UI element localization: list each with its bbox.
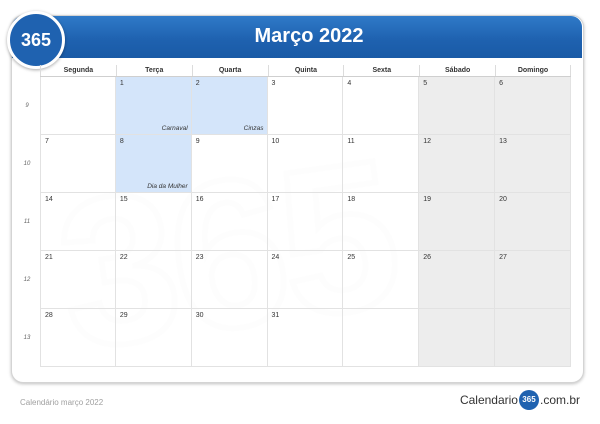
day-cell[interactable]: 7 <box>40 135 116 193</box>
day-cell[interactable]: 4 <box>343 77 420 135</box>
day-number: 5 <box>423 80 428 87</box>
weeks-container: 1 Carnaval 2 Cinzas 3 4 5 6 7 8 Dia da Mulher 9 10 11… <box>40 76 571 367</box>
day-cell[interactable]: 5 <box>419 77 496 135</box>
day-cell[interactable]: 15 <box>115 193 192 251</box>
page-title: Março 2022 <box>254 25 364 47</box>
day-number: 20 <box>499 196 507 203</box>
day-number: 4 <box>347 80 352 87</box>
empty-day-cell <box>40 77 116 135</box>
week-number-column: 9 10 11 12 13 <box>14 77 40 367</box>
day-number: 26 <box>423 254 432 261</box>
week-row: 7 8 Dia da Mulher 9 10 11 12 13 <box>40 135 571 193</box>
day-cell[interactable]: 23 <box>191 251 268 309</box>
weekday-header: Terça <box>115 65 192 76</box>
day-cell[interactable]: 2 Cinzas <box>191 77 268 135</box>
empty-day-cell <box>419 309 496 367</box>
week-number: 11 <box>23 219 31 225</box>
day-cell[interactable]: 29 <box>115 309 192 367</box>
day-cell[interactable]: 10 <box>267 135 344 193</box>
day-number: 16 <box>195 196 204 203</box>
week-row: 21 22 23 24 25 26 27 <box>40 251 571 309</box>
day-number: 1 <box>119 80 124 87</box>
day-number: 3 <box>271 80 276 87</box>
day-cell[interactable]: 6 <box>495 77 571 135</box>
weekday-header: Segunda <box>40 65 116 76</box>
day-cell[interactable]: 14 <box>40 193 116 251</box>
week-number: 12 <box>23 277 31 283</box>
day-number: 30 <box>195 312 204 319</box>
day-number: 23 <box>195 254 204 261</box>
day-number: 21 <box>45 254 53 261</box>
day-number: 17 <box>271 196 280 203</box>
day-cell[interactable]: 17 <box>267 193 344 251</box>
day-number: 27 <box>499 254 507 261</box>
day-cell[interactable]: 11 <box>343 135 420 193</box>
day-number: 28 <box>45 312 53 319</box>
day-number: 12 <box>423 138 432 145</box>
holiday-label: Cinzas <box>243 125 264 132</box>
day-cell[interactable]: 1 Carnaval <box>115 77 192 135</box>
week-row: 1 Carnaval 2 Cinzas 3 4 5 6 <box>40 77 571 135</box>
day-number: 7 <box>45 138 49 145</box>
day-cell[interactable]: 22 <box>115 251 192 309</box>
day-number: 8 <box>119 138 124 145</box>
weekday-header: Sexta <box>343 65 419 76</box>
day-cell[interactable]: 24 <box>267 251 344 309</box>
weekday-header: Quinta <box>267 65 344 76</box>
day-cell[interactable]: 20 <box>495 193 571 251</box>
week-number: 9 <box>25 103 29 109</box>
day-number: 10 <box>271 138 280 145</box>
holiday-label: Dia da Mulher <box>147 183 188 190</box>
day-cell[interactable]: 8 Dia da Mulher <box>115 135 192 193</box>
weekday-header: Sábado <box>419 65 495 76</box>
day-number: 19 <box>423 196 432 203</box>
day-cell[interactable]: 18 <box>343 193 420 251</box>
day-number: 15 <box>119 196 128 203</box>
empty-day-cell <box>495 309 571 367</box>
footer-caption: Calendário março 2022 <box>20 398 104 407</box>
brand-logo[interactable]: Calendario 365 .com.br <box>460 390 580 410</box>
day-cell[interactable]: 16 <box>191 193 268 251</box>
calendar-header: Março 2022 <box>12 16 582 58</box>
brand-suffix: .com.br <box>539 393 580 407</box>
day-cell[interactable]: 21 <box>40 251 116 309</box>
weekday-header: Domingo <box>495 65 571 76</box>
day-cell[interactable]: 25 <box>343 251 420 309</box>
day-number: 18 <box>347 196 356 203</box>
day-number: 22 <box>119 254 128 261</box>
week-number: 13 <box>23 335 31 341</box>
day-number: 31 <box>271 312 280 319</box>
day-cell[interactable]: 26 <box>419 251 496 309</box>
calendar-grid: Segunda Terça Quarta Quinta Sexta Sábado Domin… <box>40 65 571 367</box>
day-cell[interactable]: 13 <box>495 135 571 193</box>
day-cell[interactable]: 19 <box>419 193 496 251</box>
week-row: 14 15 16 17 18 19 20 <box>40 193 571 251</box>
weekday-header-row: Segunda Terça Quarta Quinta Sexta Sábado Domin… <box>40 65 571 76</box>
day-cell[interactable]: 3 <box>267 77 344 135</box>
empty-day-cell <box>343 309 420 367</box>
day-number: 9 <box>195 138 200 145</box>
day-number: 13 <box>499 138 507 145</box>
day-cell[interactable]: 12 <box>419 135 496 193</box>
day-cell[interactable]: 30 <box>191 309 268 367</box>
day-cell[interactable]: 31 <box>267 309 344 367</box>
day-number: 2 <box>195 80 200 87</box>
holiday-label: Carnaval <box>161 125 188 132</box>
day-number: 6 <box>499 80 503 87</box>
week-row: 28 29 30 31 <box>40 309 571 367</box>
day-number: 25 <box>347 254 356 261</box>
day-number: 11 <box>347 138 355 145</box>
day-cell[interactable]: 9 <box>191 135 268 193</box>
brand-365-icon: 365 <box>518 390 539 410</box>
day-cell[interactable]: 27 <box>495 251 571 309</box>
brand-prefix: Calendario <box>459 393 518 407</box>
day-number: 24 <box>271 254 280 261</box>
logo-365-icon: 365 <box>7 11 65 69</box>
day-number: 29 <box>119 312 128 319</box>
week-number: 10 <box>23 161 31 167</box>
weekday-header: Quarta <box>191 65 268 76</box>
day-cell[interactable]: 28 <box>40 309 116 367</box>
day-number: 14 <box>45 196 53 203</box>
